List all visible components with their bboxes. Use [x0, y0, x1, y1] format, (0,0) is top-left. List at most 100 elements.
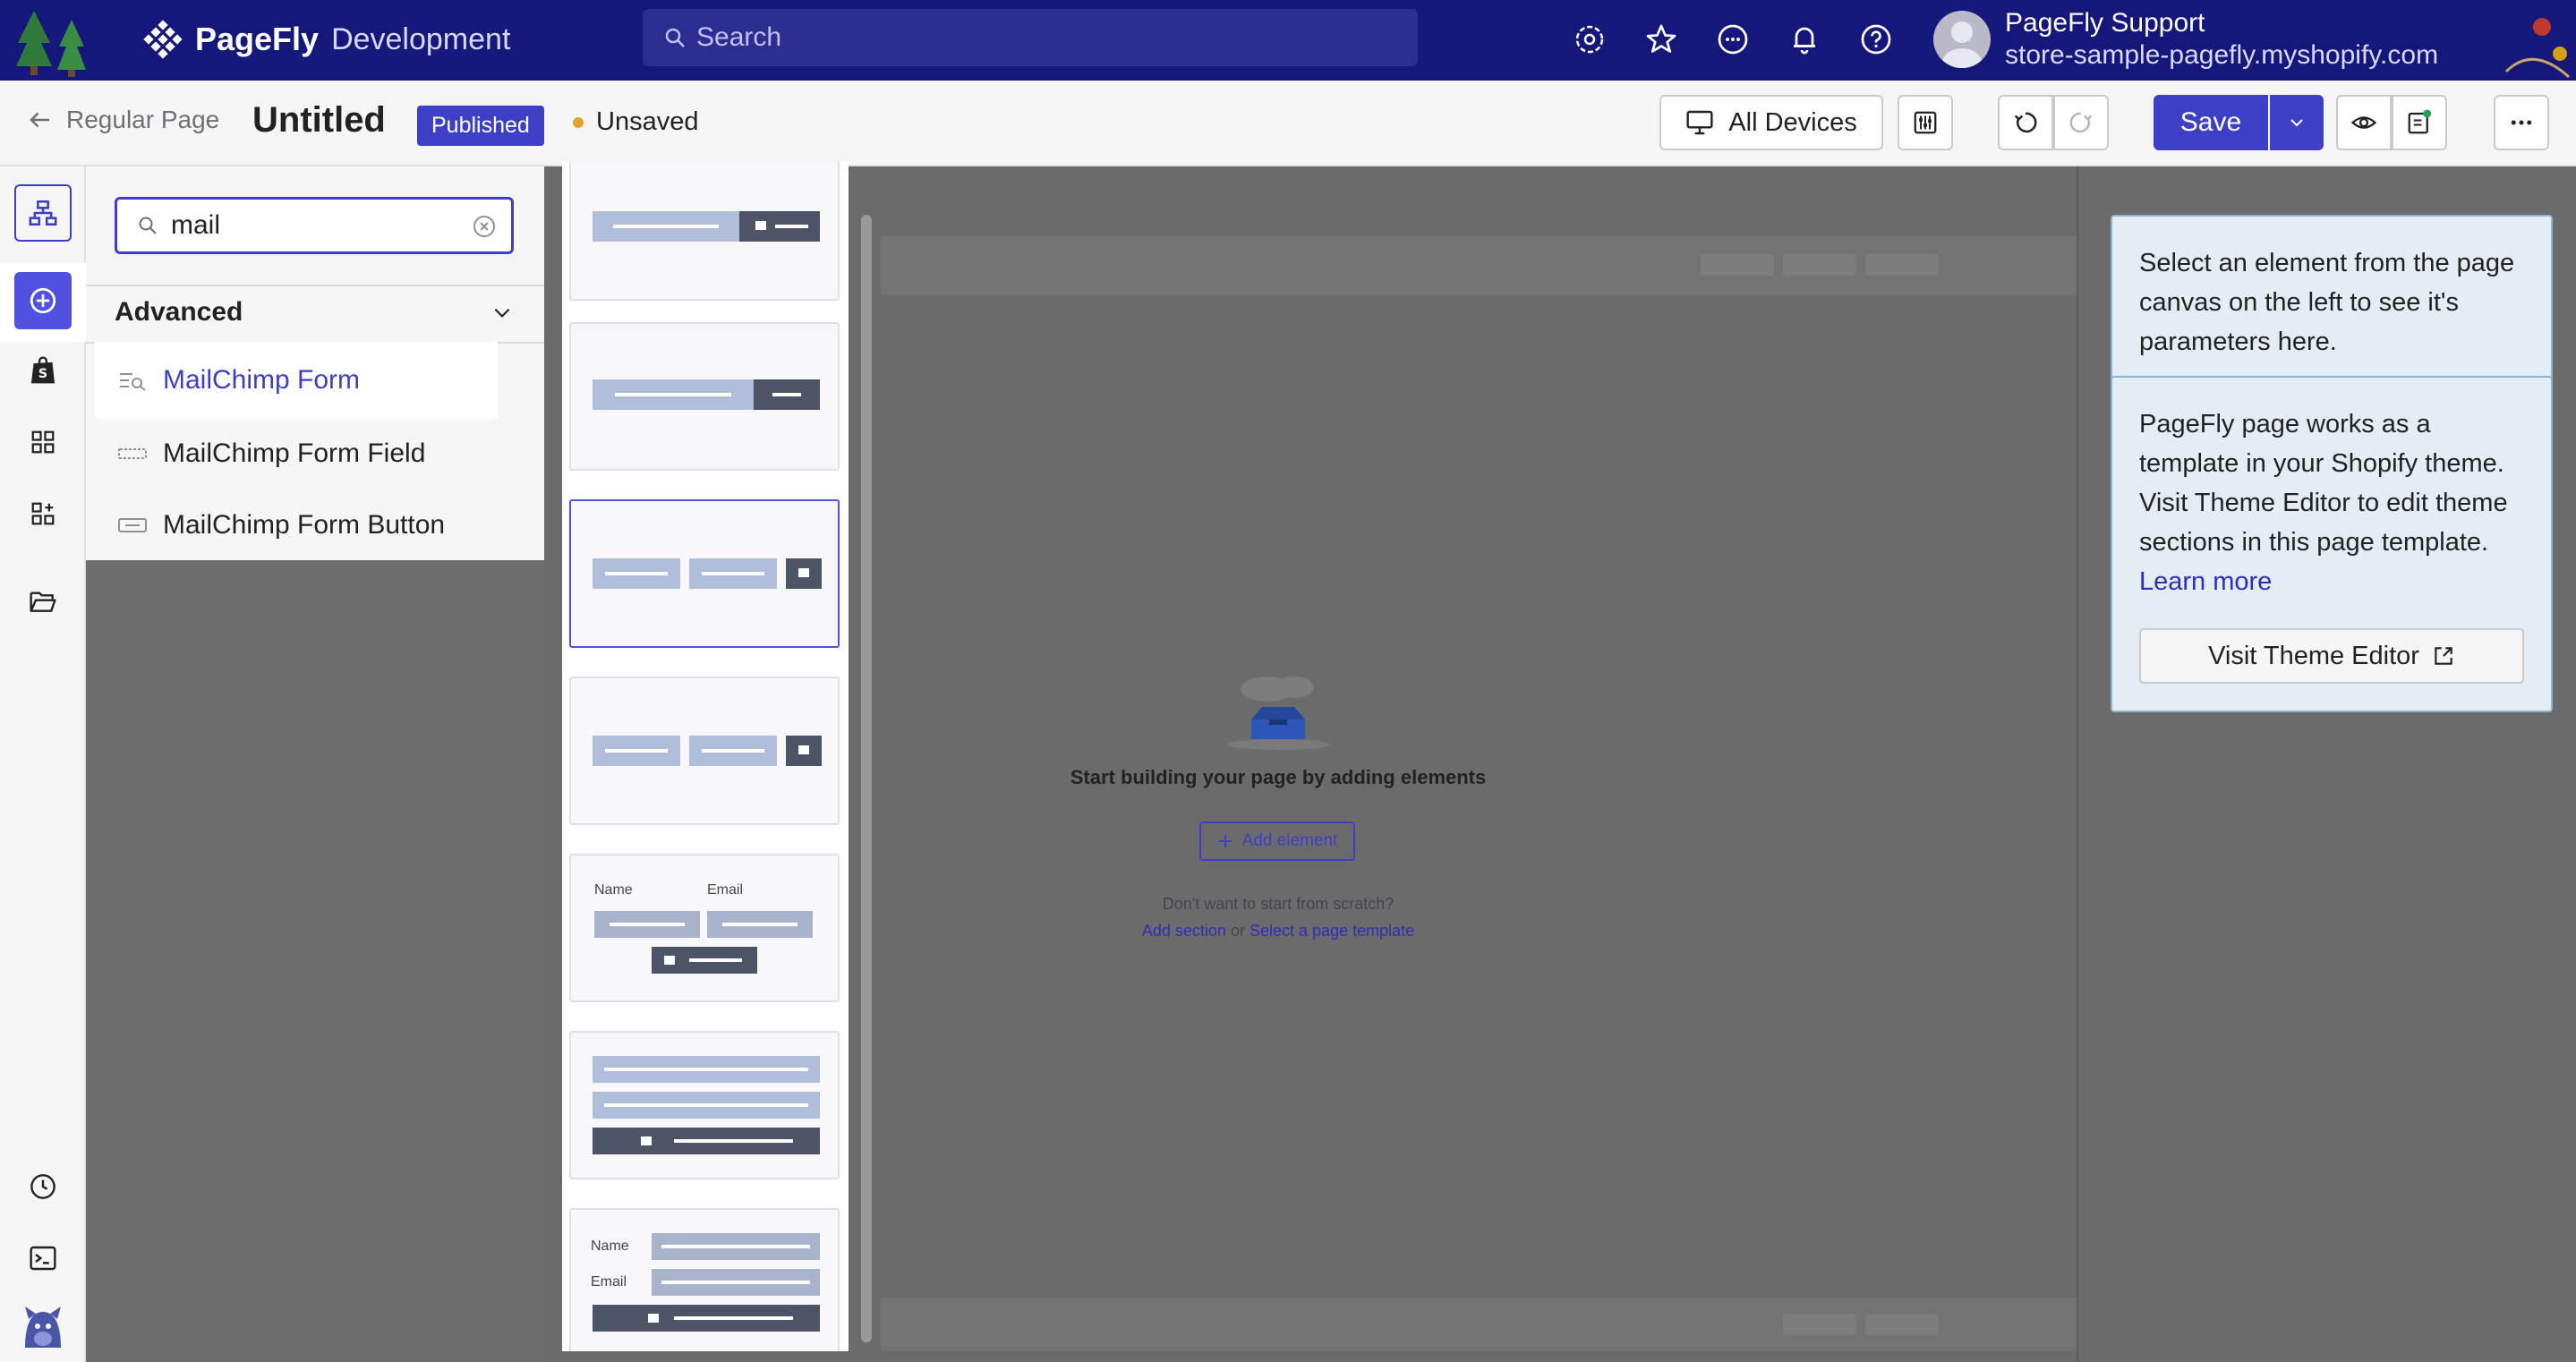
learn-more-link[interactable]: Learn more — [2139, 562, 2524, 601]
device-selector-label: All Devices — [1728, 107, 1857, 137]
notifications-button[interactable] — [1783, 18, 1826, 61]
envelope-icon — [664, 956, 675, 965]
chat-button[interactable] — [1711, 18, 1754, 61]
settings-button[interactable] — [1568, 18, 1611, 61]
scratch-hint: Don't want to start from scratch? — [1162, 895, 1395, 913]
template-thumbnail-selected[interactable] — [569, 499, 840, 648]
history-button[interactable] — [14, 1158, 72, 1215]
brand-name: PageFly — [195, 21, 320, 57]
clear-search-icon[interactable] — [473, 216, 495, 237]
chat-icon — [1718, 24, 1748, 55]
folder-open-icon — [30, 592, 56, 612]
chevron-down-icon — [494, 308, 510, 318]
add-element-label: Add element — [1241, 831, 1338, 850]
sliders-icon — [1914, 111, 1937, 134]
device-selector-button[interactable]: All Devices — [1659, 95, 1883, 150]
shopify-elements-button[interactable]: S — [14, 342, 72, 399]
canvas-footer-placeholder — [881, 1298, 2077, 1351]
template-thumbnail[interactable]: Name Email — [569, 1208, 840, 1351]
envelope-icon — [755, 221, 766, 230]
gear-icon — [1575, 25, 1604, 54]
element-item-label: MailChimp Form Field — [163, 438, 426, 468]
element-item-mailchimp-form-button[interactable]: MailChimp Form Button — [95, 487, 498, 564]
search-icon — [139, 217, 157, 234]
undo-icon — [2014, 112, 2037, 133]
store-domain: store-sample-pagefly.myshopify.com — [2005, 40, 2439, 70]
more-horizontal-icon — [2511, 120, 2532, 125]
chevron-down-icon — [2290, 119, 2303, 127]
visit-theme-editor-label: Visit Theme Editor — [2208, 642, 2419, 670]
save-button[interactable]: Save — [2154, 95, 2268, 150]
back-button[interactable]: Regular Page — [27, 106, 219, 134]
svg-text:S: S — [38, 367, 47, 381]
brand[interactable]: PageFly Development — [143, 20, 510, 59]
favorites-button[interactable] — [1640, 18, 1683, 61]
save-state-label: Unsaved — [596, 107, 699, 136]
envelope-icon — [641, 1136, 652, 1145]
external-link-icon — [2435, 647, 2452, 665]
christmas-tree-icon — [16, 11, 86, 77]
theme-template-info: PageFly page works as a template in your… — [2139, 410, 2508, 557]
template-thumbnail[interactable] — [569, 322, 840, 471]
empty-box-icon — [1226, 677, 1330, 750]
user-name: PageFly Support — [2005, 8, 2205, 38]
global-search-input[interactable]: Search — [643, 9, 1418, 66]
user-menu[interactable]: PageFly Support store-sample-pagefly.mys… — [1933, 7, 2438, 72]
select-element-hint: Select an element from the page canvas o… — [2139, 249, 2515, 356]
element-item-mailchimp-form-field[interactable]: MailChimp Form Field — [95, 415, 498, 492]
publish-status-button[interactable] — [2392, 95, 2447, 150]
envelope-icon — [798, 745, 809, 754]
page-title[interactable]: Untitled — [252, 100, 386, 140]
console-button[interactable] — [14, 1230, 72, 1287]
template-strip-scrollbar[interactable] — [861, 215, 872, 1342]
pagefly-mascot-icon — [25, 1307, 61, 1348]
template-thumbnail[interactable] — [569, 677, 840, 825]
template-strip[interactable]: Name Email Name Email — [562, 161, 849, 1351]
element-search-input[interactable]: mail — [115, 197, 514, 254]
redo-button[interactable] — [2053, 95, 2109, 150]
brand-environment: Development — [331, 21, 511, 56]
apps-button[interactable] — [14, 485, 72, 542]
template-label-email: Email — [707, 882, 744, 898]
more-options-button[interactable] — [2494, 95, 2549, 150]
overlay — [544, 166, 562, 1362]
divider — [86, 285, 544, 286]
canvas-header-placeholder — [881, 236, 2077, 295]
undo-button[interactable] — [1998, 95, 2053, 150]
add-element-canvas-button[interactable]: Add element — [1199, 821, 1355, 861]
page-outline-button[interactable] — [14, 184, 72, 242]
add-element-button[interactable] — [14, 272, 72, 329]
back-label: Regular Page — [66, 106, 220, 133]
element-list: mail Advanced MailChimp Form MailChimp F… — [86, 166, 544, 560]
template-label-name: Name — [594, 882, 633, 898]
plus-circle-icon — [30, 287, 56, 314]
template-thumbnail[interactable] — [569, 161, 840, 301]
user-avatar-icon — [1942, 21, 1982, 68]
empty-state-links: Add section or Select a page template — [881, 922, 1676, 941]
section-header-advanced[interactable]: Advanced — [115, 297, 514, 328]
envelope-icon — [648, 1314, 659, 1323]
inspector-panel: Select an element from the page canvas o… — [2077, 166, 2576, 1362]
mascot-button[interactable] — [14, 1296, 72, 1353]
add-section-link[interactable]: Add section — [1142, 922, 1226, 940]
template-label-email: Email — [591, 1274, 627, 1290]
shopify-bag-icon: S — [30, 356, 55, 384]
save-state: Unsaved — [573, 107, 698, 137]
template-thumbnail[interactable]: Name Email — [569, 854, 840, 1002]
page-canvas[interactable]: Start building your page by adding eleme… — [881, 166, 2077, 1362]
terminal-icon — [30, 1246, 56, 1271]
theme-template-info-card: PageFly page works as a template in your… — [2111, 376, 2553, 712]
help-button[interactable] — [1855, 18, 1898, 61]
page-settings-button[interactable] — [1898, 95, 1953, 150]
element-item-label: MailChimp Form — [163, 365, 361, 395]
decoration-icon — [2504, 18, 2571, 79]
select-template-link[interactable]: Select a page template — [1250, 922, 1414, 940]
sections-button[interactable] — [14, 413, 72, 471]
visit-theme-editor-button[interactable]: Visit Theme Editor — [2139, 628, 2524, 684]
element-item-mailchimp-form[interactable]: MailChimp Form — [95, 342, 498, 419]
preview-button[interactable] — [2336, 95, 2392, 150]
files-button[interactable] — [14, 573, 72, 630]
save-options-button[interactable] — [2270, 95, 2324, 150]
star-icon — [1646, 24, 1676, 53]
template-thumbnail[interactable] — [569, 1031, 840, 1179]
